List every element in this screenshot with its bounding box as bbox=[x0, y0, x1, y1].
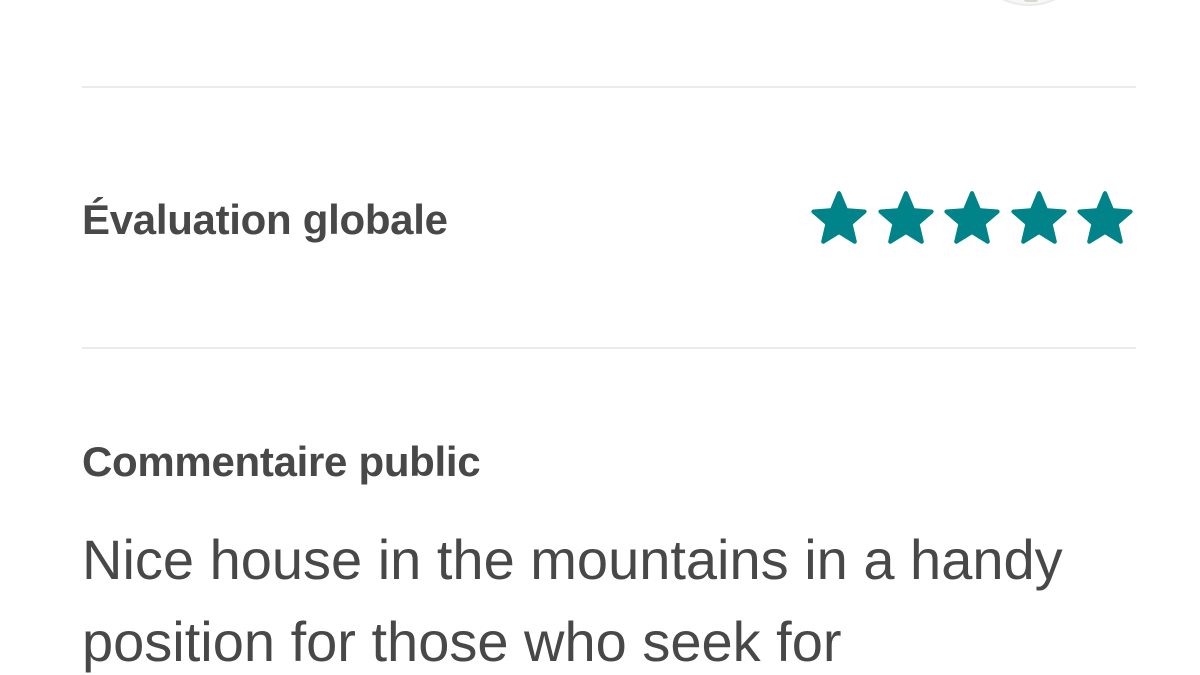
section-divider-top bbox=[82, 86, 1136, 88]
star-icon bbox=[941, 189, 1003, 251]
avatar bbox=[970, 0, 1088, 6]
star-icon bbox=[808, 189, 870, 251]
star-rating bbox=[808, 186, 1136, 254]
public-comment-text: Nice house in the mountains in a handy p… bbox=[82, 528, 1063, 673]
star-icon bbox=[875, 189, 937, 251]
star-icon bbox=[1074, 189, 1136, 251]
overall-rating-label: Évaluation globale bbox=[82, 196, 448, 243]
public-comment-label: Commentaire public bbox=[82, 438, 481, 485]
section-divider-middle bbox=[82, 347, 1136, 349]
star-icon bbox=[1008, 189, 1070, 251]
avatar-detail bbox=[1024, 0, 1038, 2]
